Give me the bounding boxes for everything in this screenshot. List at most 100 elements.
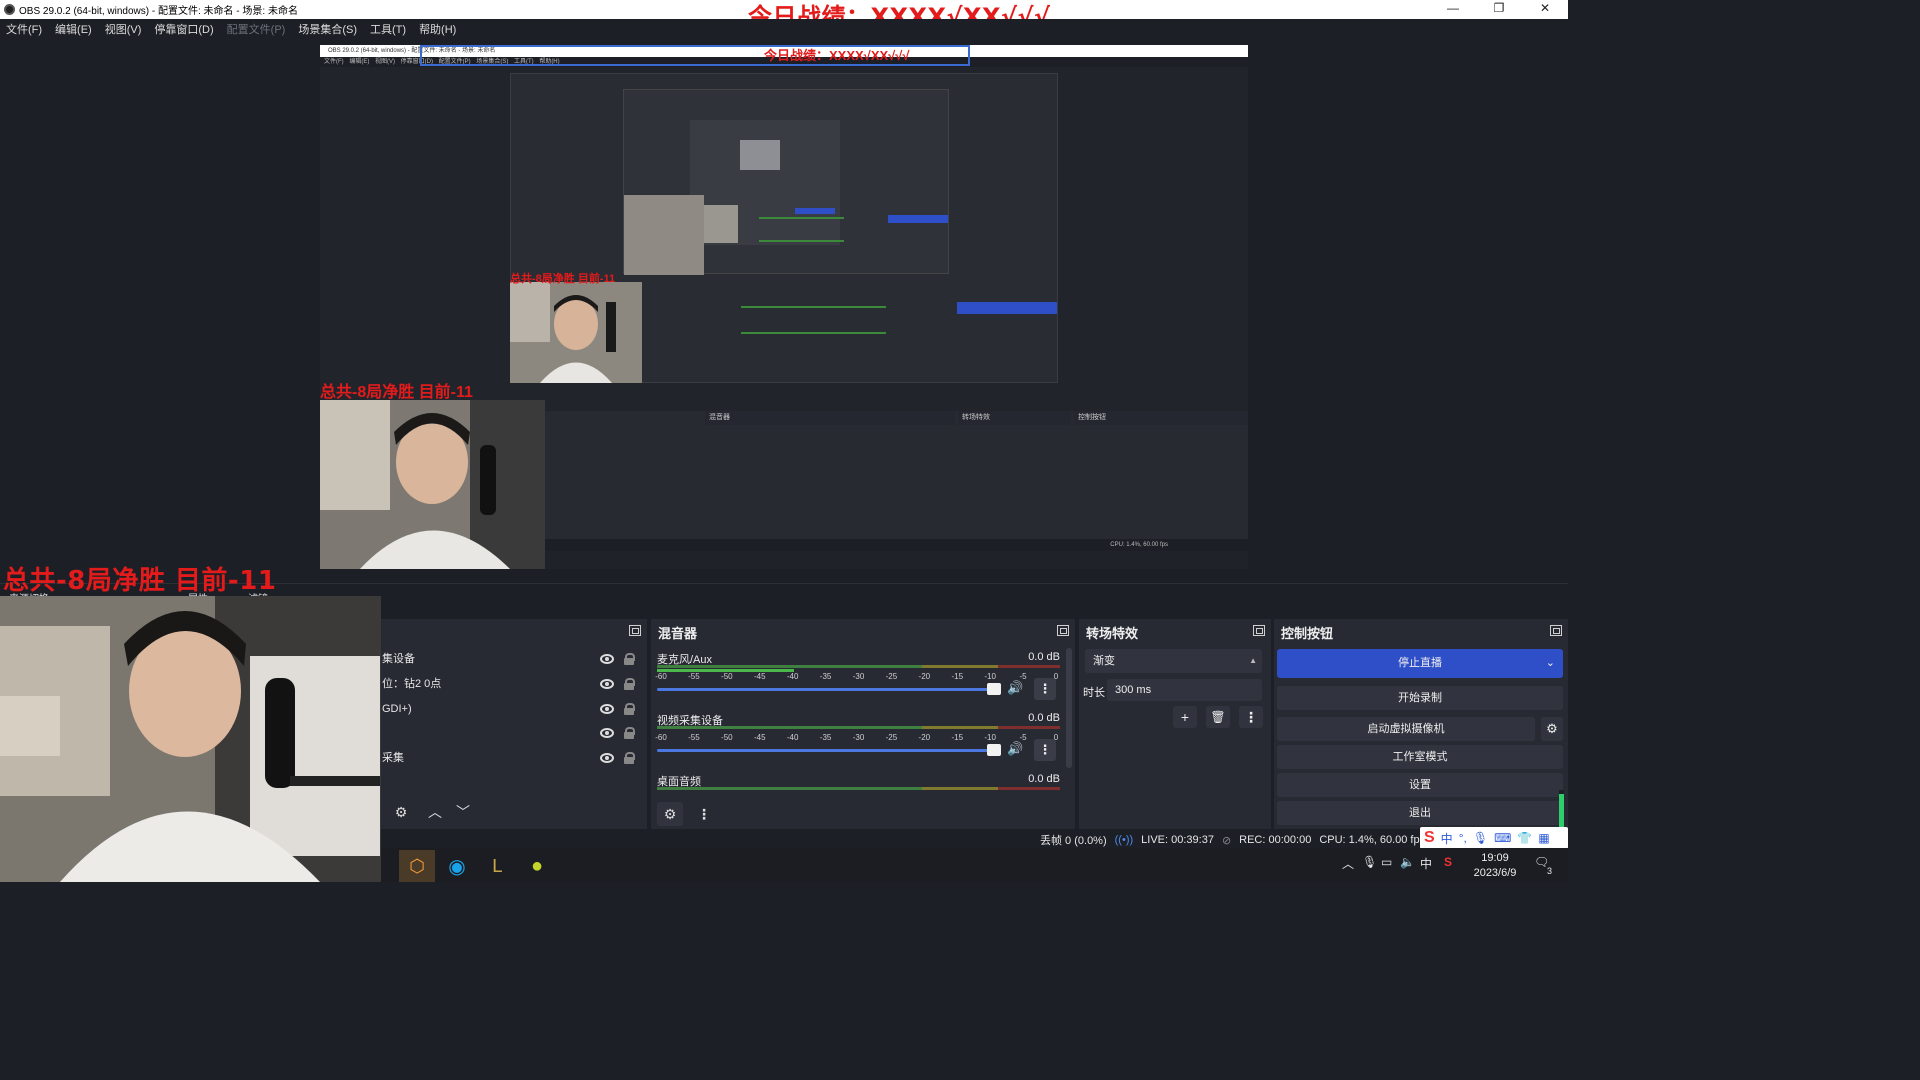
meter-tick-label: -10	[984, 672, 996, 681]
settings-button[interactable]: 设置	[1277, 773, 1563, 797]
taskbar-app-browser-icon[interactable]: ◉	[439, 850, 475, 882]
lock-icon[interactable]	[624, 703, 635, 715]
stop-streaming-button[interactable]: 停止直播 ⌄	[1277, 649, 1563, 678]
live-broadcast-icon: ((•))	[1114, 834, 1134, 846]
delete-transition-icon[interactable]: 🗑	[1206, 706, 1230, 728]
menu-profile[interactable]: 配置文件(P)	[227, 21, 286, 37]
lock-icon[interactable]	[624, 727, 635, 739]
tray-expand-icon[interactable]: ︿	[1342, 855, 1354, 872]
start-recording-button[interactable]: 开始录制	[1277, 686, 1563, 710]
taskbar-clock[interactable]: 19:09 2023/6/9	[1470, 851, 1520, 881]
maximize-button[interactable]: ❐	[1476, 0, 1522, 19]
controls-header: 控制按钮	[1274, 619, 1568, 645]
minimize-button[interactable]: —	[1430, 0, 1476, 19]
mic-icon[interactable]: 🎙	[1473, 831, 1488, 845]
visibility-eye-icon[interactable]	[600, 704, 614, 714]
menu-file[interactable]: 文件(F)	[6, 21, 42, 37]
source-item[interactable]: 位：钻2 0点	[382, 672, 640, 696]
tray-ime-lang[interactable]: 中	[1420, 855, 1432, 872]
menu-docks[interactable]: 停靠窗口(D)	[154, 21, 213, 37]
source-item[interactable]: GDI+)	[382, 697, 640, 721]
lock-icon[interactable]	[624, 653, 635, 665]
skin-icon[interactable]: 👕	[1517, 831, 1532, 845]
tray-network-icon[interactable]: ▭	[1381, 855, 1392, 869]
speaker-icon[interactable]: 🔊	[1007, 680, 1023, 696]
add-transition-icon[interactable]: +	[1173, 706, 1197, 728]
lock-icon[interactable]	[624, 678, 635, 690]
nested-mixer-header: 混音器	[705, 411, 955, 425]
menu-help[interactable]: 帮助(H)	[419, 21, 456, 37]
source-label: 位：钻2 0点	[382, 678, 442, 690]
obs-logo-icon	[4, 4, 15, 15]
duration-label: 时长	[1083, 687, 1105, 699]
channel-menu-icon[interactable]: ⋮	[1034, 739, 1056, 761]
tray-mic-icon[interactable]: 🎙	[1362, 855, 1377, 869]
mixer-channel-mic: 麦克风/Aux 0.0 dB -60 -55 -50 -45 -40 -35 -30 -25-…	[655, 651, 1062, 711]
visibility-eye-icon[interactable]	[600, 679, 614, 689]
visibility-eye-icon[interactable]	[600, 753, 614, 763]
webcam-overlay	[0, 596, 381, 882]
source-item[interactable]: 采集	[382, 746, 640, 770]
source-label: GDI+)	[382, 703, 412, 715]
menu-scene-collection[interactable]: 场景集合(S)	[298, 21, 357, 37]
tray-sogou-icon[interactable]: S	[1444, 855, 1452, 869]
nested-stop-button-mid	[957, 302, 1057, 314]
virtual-camera-settings-gear-icon[interactable]: ⚙	[1541, 717, 1563, 741]
duration-input[interactable]: 300 ms	[1107, 679, 1262, 701]
menu-edit[interactable]: 编辑(E)	[55, 21, 92, 37]
virtual-camera-button[interactable]: 启动虚拟摄像机	[1277, 717, 1535, 741]
source-label: 集设备	[382, 653, 415, 665]
taskbar-app-obs-icon[interactable]: ⬡	[399, 850, 435, 882]
audio-settings-gear-icon[interactable]: ⚙	[657, 802, 683, 826]
lock-icon[interactable]	[624, 752, 635, 764]
mixer-menu-icon[interactable]: ⋮	[691, 802, 717, 826]
volume-slider-handle[interactable]	[987, 744, 1001, 756]
volume-slider[interactable]	[657, 688, 997, 691]
close-button[interactable]: ✕	[1522, 0, 1568, 19]
nested-status: CPU: 1.4%, 60.00 fps	[545, 539, 1248, 551]
source-item[interactable]	[382, 721, 640, 745]
ime-lang[interactable]: 中	[1441, 830, 1453, 847]
clock-date: 2023/6/9	[1473, 867, 1517, 879]
channel-menu-icon[interactable]: ⋮	[1034, 678, 1056, 700]
menu-tools[interactable]: 工具(T)	[370, 21, 406, 37]
taskbar-app-league-icon[interactable]: Ⅼ	[479, 850, 515, 882]
volume-slider-handle[interactable]	[987, 683, 1001, 695]
toolbox-icon[interactable]: ▦	[1538, 831, 1549, 845]
transition-select[interactable]: 渐变 ▲▼	[1085, 649, 1262, 689]
volume-slider[interactable]	[657, 749, 997, 752]
meter-tick-label: -55	[688, 733, 700, 742]
ime-toolbar[interactable]: S 中 °, 🎙 ⌨ 👕 ▦	[1420, 827, 1568, 849]
chevron-down-icon[interactable]: ⌄	[1546, 649, 1555, 678]
mixer-scrollbar[interactable]	[1066, 648, 1072, 768]
preview-canvas[interactable]: OBS 29.0.2 (64-bit, windows) - 配置文件: 未命名…	[320, 45, 1248, 569]
speaker-icon[interactable]: 🔊	[1007, 741, 1023, 757]
nested-stop-button	[1076, 431, 1241, 446]
undock-icon[interactable]	[1253, 625, 1265, 636]
punctuation-icon[interactable]: °,	[1459, 831, 1467, 845]
status-bar: 丢帧 0 (0.0%) ((•)) LIVE: 00:39:37 ⊘ REC: …	[1040, 832, 1425, 848]
source-item[interactable]: 集设备	[382, 647, 640, 671]
rec-time: REC: 00:00:00	[1239, 834, 1312, 846]
mixer-title: 混音器	[658, 625, 698, 641]
keyboard-icon[interactable]: ⌨	[1494, 831, 1511, 845]
mixer-channel-desktop: 桌面音频 0.0 dB	[657, 773, 1062, 799]
taskbar-app-game-icon[interactable]: ●	[519, 850, 555, 882]
visibility-eye-icon[interactable]	[600, 728, 614, 738]
controls-title: 控制按钮	[1281, 625, 1334, 641]
studio-mode-button[interactable]: 工作室模式	[1277, 745, 1563, 769]
source-settings-gear-icon[interactable]: ⚙	[388, 800, 414, 824]
undock-icon[interactable]	[1057, 625, 1069, 636]
menu-view[interactable]: 视图(V)	[105, 21, 142, 37]
exit-button[interactable]: 退出	[1277, 801, 1563, 825]
move-down-icon[interactable]: ﹀	[450, 800, 476, 824]
title-bar: OBS 29.0.2 (64-bit, windows) - 配置文件: 未命名…	[0, 0, 1568, 31]
meter-tick-label: -50	[721, 672, 733, 681]
visibility-eye-icon[interactable]	[600, 654, 614, 664]
tray-volume-icon[interactable]: 🔈	[1400, 855, 1415, 869]
move-up-icon[interactable]: ︿	[422, 800, 448, 824]
undock-icon[interactable]	[1550, 625, 1562, 636]
meter-tick-label: -45	[753, 672, 766, 681]
undock-icon[interactable]	[629, 625, 641, 636]
transition-menu-icon[interactable]: ⋮	[1239, 706, 1263, 728]
